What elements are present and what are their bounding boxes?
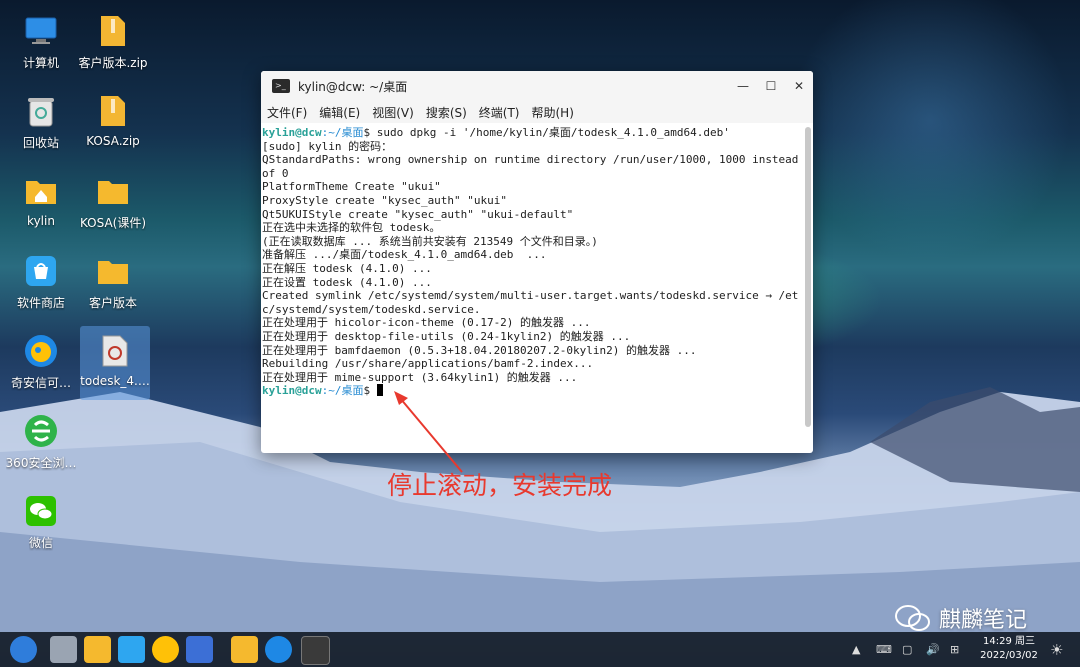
wechat-watermark-icon: [895, 605, 930, 631]
file-manager-icon[interactable]: [84, 636, 111, 663]
clock-date: 2022/03/02: [980, 650, 1038, 661]
file-manager-running-icon[interactable]: [231, 636, 258, 663]
tray-expand-icon[interactable]: ▲: [852, 632, 860, 667]
terminal-running-icon[interactable]: [301, 636, 330, 665]
watermark-text: 麒麟笔记: [939, 608, 1028, 633]
browser-taskbar-icon[interactable]: [152, 636, 179, 663]
watermark: 麒麟笔记: [893, 602, 1027, 634]
wps-writer-icon[interactable]: [186, 636, 213, 663]
network-icon[interactable]: ⊞: [950, 632, 959, 667]
annotation-text: 停止滚动，安装完成: [387, 471, 613, 500]
volume-icon[interactable]: 🔊: [926, 632, 940, 667]
clock-time: 14:29 周三: [983, 636, 1035, 647]
taskbar: ▲ ⌨ ▢ 🔊 ⊞ 14:29 周三 2022/03/02 ☀: [0, 632, 1080, 667]
start-menu-icon[interactable]: [10, 636, 37, 663]
notification-icon[interactable]: ▢: [902, 632, 912, 667]
night-mode-icon[interactable]: ☀: [1050, 632, 1063, 667]
keyboard-icon[interactable]: ⌨: [876, 632, 892, 667]
multitask-view-icon[interactable]: [50, 636, 77, 663]
clock[interactable]: 14:29 周三 2022/03/02: [978, 635, 1040, 663]
annotation-arrow: [394, 391, 463, 473]
software-store-taskbar-icon[interactable]: [118, 636, 145, 663]
browser-running-icon[interactable]: [265, 636, 292, 663]
